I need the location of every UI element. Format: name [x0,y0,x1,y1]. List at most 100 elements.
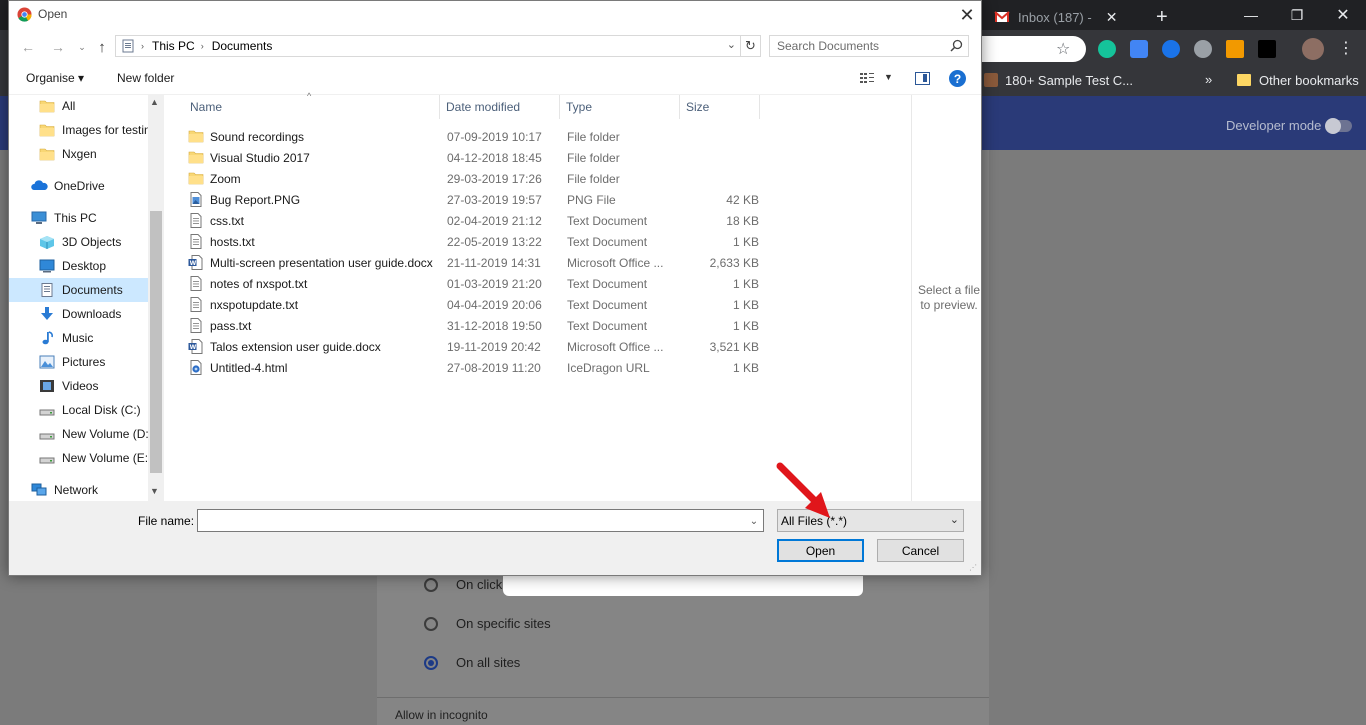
file-name-cell[interactable]: W Multi-screen presentation user guide.do… [188,252,440,273]
file-type-chevron-icon[interactable]: ⌄ [950,513,959,526]
browser-tab-gmail[interactable]: Inbox (187) - ✕ [994,4,1117,30]
restore-icon[interactable]: ❐ [1274,0,1320,30]
close-icon[interactable]: ✕ [957,3,977,27]
nav-item-pictures[interactable]: Pictures [9,350,148,374]
file-type: Text Document [567,234,648,249]
up-arrow-icon[interactable]: ↑ [93,38,111,56]
recent-locations-chevron-icon[interactable]: ⌄ [73,38,91,56]
close-tab-icon[interactable]: ✕ [1106,9,1118,26]
new-tab-button[interactable]: + [1156,4,1168,30]
avatar[interactable] [1302,38,1324,60]
file-row[interactable]: Sound recordings 07-09-2019 10:17 File fol… [184,126,762,147]
refresh-icon[interactable]: ↻ [740,36,760,56]
file-row[interactable]: Bug Report.PNG 27-03-2019 19:57 PNG File 42… [184,189,762,210]
file-row[interactable]: Visual Studio 2017 04-12-2018 18:45 File f… [184,147,762,168]
file-name-cell[interactable]: pass.txt [188,315,440,336]
view-dropdown-chevron-icon[interactable]: ▼ [884,72,893,82]
bookmark-star-icon[interactable]: ☆ [1056,39,1070,59]
nav-item-3d-objects[interactable]: 3D Objects [9,230,148,254]
column-header-type[interactable]: Type [560,95,680,119]
breadcrumb-separator-icon[interactable]: › [201,41,204,51]
preview-pane-icon[interactable] [915,72,930,85]
extension-icon[interactable] [1226,40,1244,58]
window-close-icon[interactable]: ✕ [1320,0,1366,30]
file-row[interactable]: css.txt 02-04-2019 21:12 Text Document 18 K… [184,210,762,231]
option-on-all-sites[interactable]: On all sites [424,655,520,670]
menu-dots-icon[interactable]: ⋮ [1338,38,1354,58]
nav-item-documents[interactable]: Documents [9,278,148,302]
file-name-cell[interactable]: hosts.txt [188,231,440,252]
file-row[interactable]: W Multi-screen presentation user guide.do… [184,252,762,273]
file-row[interactable]: W Talos extension user guide.docx 19-11-20… [184,336,762,357]
breadcrumb-separator-icon[interactable]: › [141,41,144,51]
open-button[interactable]: Open [777,539,864,562]
file-name-cell[interactable]: Sound recordings [188,126,440,147]
file-name-cell[interactable]: css.txt [188,210,440,231]
nav-item-desktop[interactable]: Desktop [9,254,148,278]
file-row[interactable]: Untitled-4.html 27-08-2019 11:20 IceDragon… [184,357,762,378]
nav-item-music[interactable]: Music [9,326,148,350]
nav-item-onedrive[interactable]: OneDrive [9,174,148,198]
bookmark-item[interactable]: 180+ Sample Test C... [1005,73,1133,88]
nav-item-all[interactable]: All [9,95,148,118]
nav-item-network[interactable]: Network [9,478,148,501]
nav-item-new-volume-d[interactable]: New Volume (D:) [9,422,148,446]
file-row[interactable]: Zoom 29-03-2019 17:26 File folder [184,168,762,189]
file-row[interactable]: notes of nxspot.txt 01-03-2019 21:20 Text … [184,273,762,294]
nav-item-nxgen[interactable]: Nxgen [9,142,148,166]
resize-grip-icon[interactable]: ⋰ [969,563,979,573]
file-name-dropdown-chevron-icon[interactable]: ⌄ [747,513,761,529]
developer-mode-toggle[interactable] [1325,118,1352,134]
file-name-cell[interactable]: Zoom [188,168,440,189]
back-arrow-icon[interactable]: ← [19,38,37,56]
scrollbar-thumb[interactable] [150,211,162,473]
file-name-cell[interactable]: Bug Report.PNG [188,189,440,210]
file-name-cell[interactable]: Visual Studio 2017 [188,147,440,168]
radio-button-selected[interactable] [424,655,438,670]
other-bookmarks[interactable]: Other bookmarks [1259,73,1359,88]
extension-icon[interactable] [1194,40,1212,58]
nav-item-this-pc[interactable]: This PC [9,206,148,230]
file-name-cell[interactable]: W Talos extension user guide.docx [188,336,440,357]
view-options-icon[interactable] [859,71,875,85]
forward-arrow-icon[interactable]: → [49,38,67,56]
cancel-button[interactable]: Cancel [877,539,964,562]
file-row[interactable]: hosts.txt 22-05-2019 13:22 Text Document 1 … [184,231,762,252]
option-on-click[interactable]: On click [424,577,502,592]
address-bar[interactable]: › This PC › Documents ⌄ ↻ [115,35,761,57]
file-name-cell[interactable]: Untitled-4.html [188,357,440,378]
navigation-scrollbar[interactable]: ▲ ▼ [148,95,164,501]
extension-icon[interactable] [1162,40,1180,58]
file-name-cell[interactable]: notes of nxspot.txt [188,273,440,294]
column-header-date-modified[interactable]: Date modified [440,95,560,119]
minimize-icon[interactable]: — [1228,0,1274,30]
new-folder-button[interactable]: New folder [117,71,174,85]
breadcrumb-this-pc[interactable]: This PC [152,39,195,53]
translate-icon[interactable] [1130,40,1148,58]
extension-icon[interactable] [1258,40,1276,58]
nav-item-downloads[interactable]: Downloads [9,302,148,326]
help-icon[interactable]: ? [949,70,966,87]
bookmarks-overflow-icon[interactable]: » [1205,72,1212,87]
search-input[interactable]: Search Documents [769,35,969,57]
scroll-down-arrow-icon[interactable]: ▼ [150,486,159,496]
file-name-cell[interactable]: nxspotupdate.txt [188,294,440,315]
column-header-name[interactable]: Name [184,95,440,119]
option-on-specific-sites[interactable]: On specific sites [424,616,551,631]
organise-button[interactable]: Organise ▾ [26,71,84,85]
file-row[interactable]: nxspotupdate.txt 04-04-2019 20:06 Text Doc… [184,294,762,315]
address-dropdown-chevron-icon[interactable]: ⌄ [727,38,736,51]
breadcrumb-documents[interactable]: Documents [212,39,273,53]
grammarly-icon[interactable] [1098,40,1116,58]
radio-button[interactable] [424,577,438,592]
scroll-up-arrow-icon[interactable]: ▲ [150,97,159,107]
file-name-input[interactable]: ⌄ [197,509,764,532]
radio-button[interactable] [424,616,438,631]
nav-item-videos[interactable]: Videos [9,374,148,398]
nav-item-new-volume-e[interactable]: New Volume (E:) [9,446,148,470]
file-row[interactable]: pass.txt 31-12-2018 19:50 Text Document 1 K… [184,315,762,336]
search-icon[interactable] [950,39,963,52]
nav-item-images-for-testing[interactable]: Images for testing [9,118,148,142]
nav-item-local-disk-c[interactable]: Local Disk (C:) [9,398,148,422]
column-header-size[interactable]: Size [680,95,760,119]
